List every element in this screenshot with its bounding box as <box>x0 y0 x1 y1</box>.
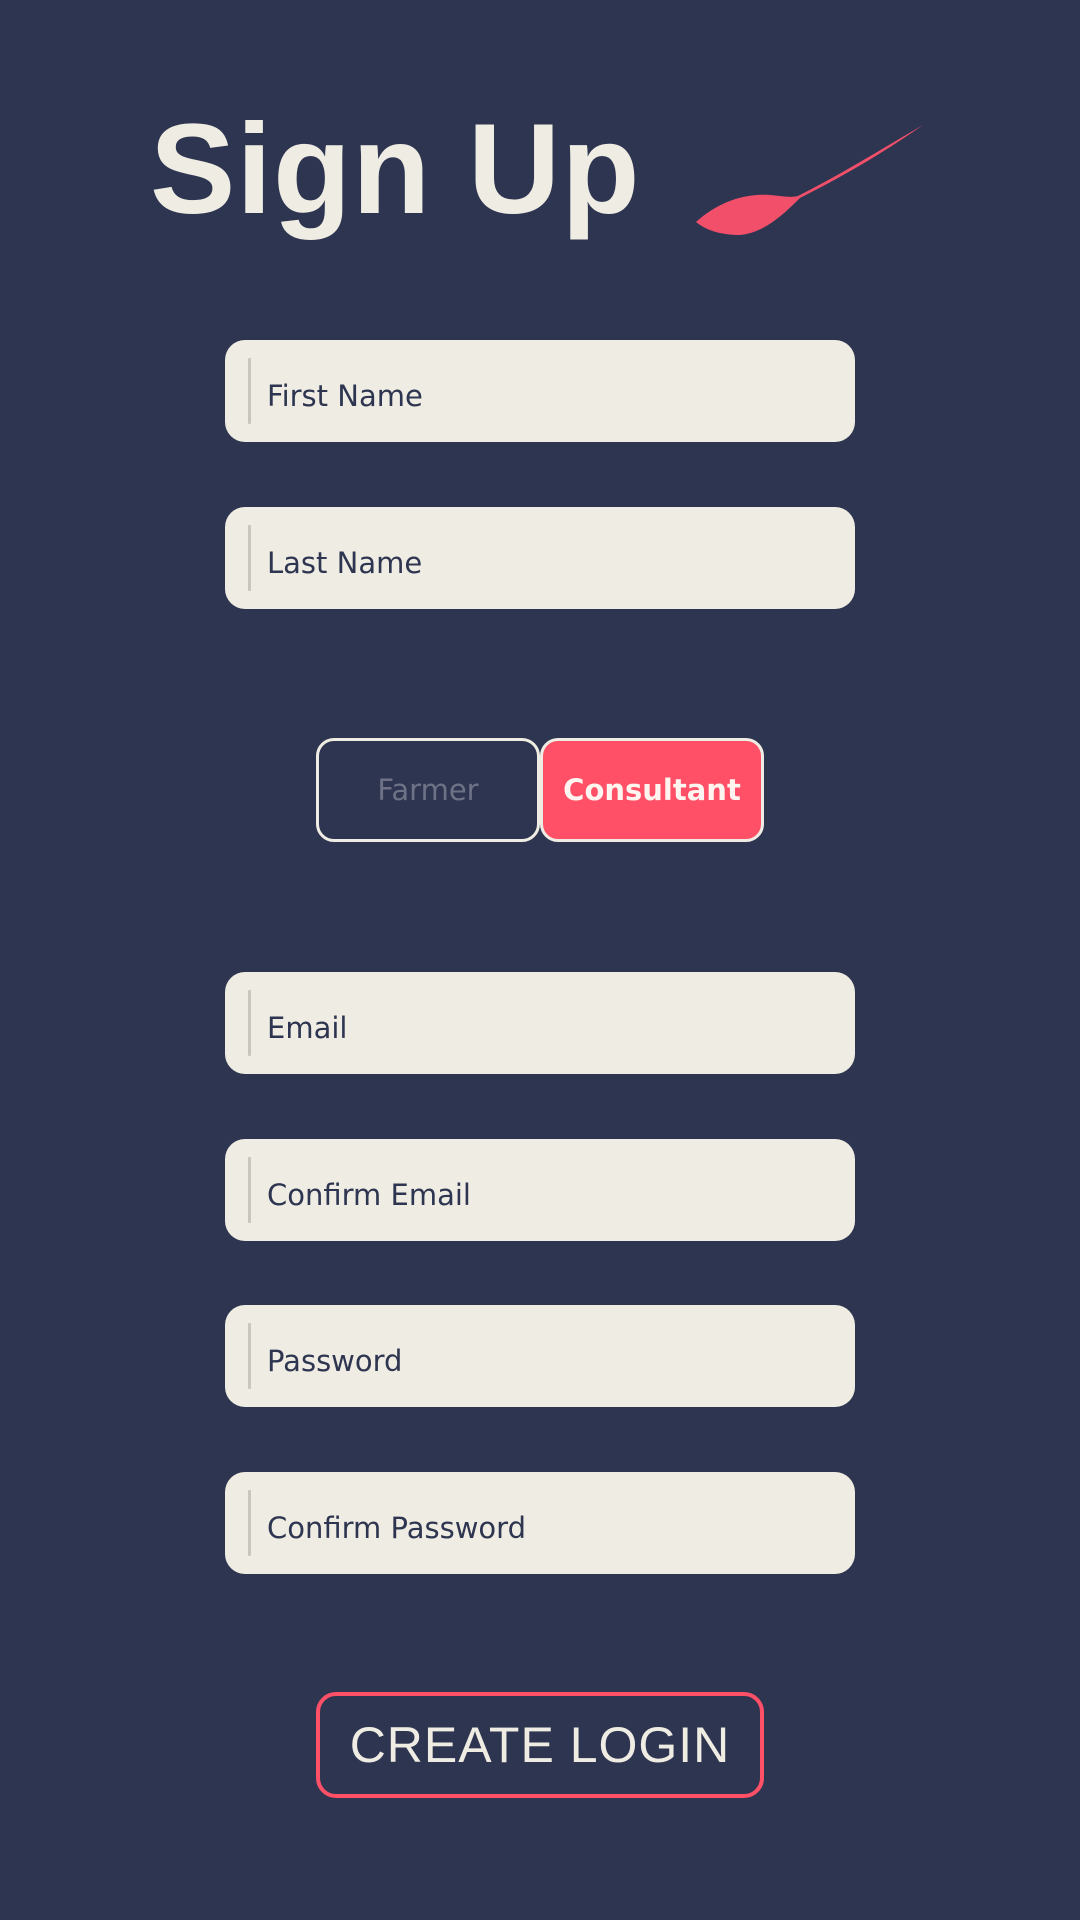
email-field[interactable]: Email <box>225 972 855 1074</box>
role-option-farmer[interactable]: Farmer <box>316 738 540 842</box>
role-toggle: Farmer Consultant <box>316 738 764 842</box>
password-field[interactable]: Password <box>225 1305 855 1407</box>
email-placeholder: Email <box>267 1011 348 1045</box>
first-name-placeholder: First Name <box>267 379 423 413</box>
text-cursor <box>248 1157 251 1223</box>
first-name-field[interactable]: First Name <box>225 340 855 442</box>
confirm-password-field[interactable]: Confirm Password <box>225 1472 855 1574</box>
confirm-email-field[interactable]: Confirm Email <box>225 1139 855 1241</box>
text-cursor <box>248 990 251 1056</box>
page-title: Sign Up <box>150 98 641 241</box>
confirm-password-placeholder: Confirm Password <box>267 1511 526 1545</box>
password-placeholder: Password <box>267 1344 403 1378</box>
last-name-field[interactable]: Last Name <box>225 507 855 609</box>
text-cursor <box>248 1490 251 1556</box>
confirm-email-placeholder: Confirm Email <box>267 1178 471 1212</box>
role-option-consultant[interactable]: Consultant <box>540 738 764 842</box>
text-cursor <box>248 525 251 591</box>
text-cursor <box>248 358 251 424</box>
sign-up-screen: Sign Up First Name Last Name Farmer Cons… <box>0 0 1080 1920</box>
text-cursor <box>248 1323 251 1389</box>
leaf-icon <box>696 125 923 235</box>
last-name-placeholder: Last Name <box>267 546 423 580</box>
create-login-button[interactable]: CREATE LOGIN <box>316 1692 764 1798</box>
